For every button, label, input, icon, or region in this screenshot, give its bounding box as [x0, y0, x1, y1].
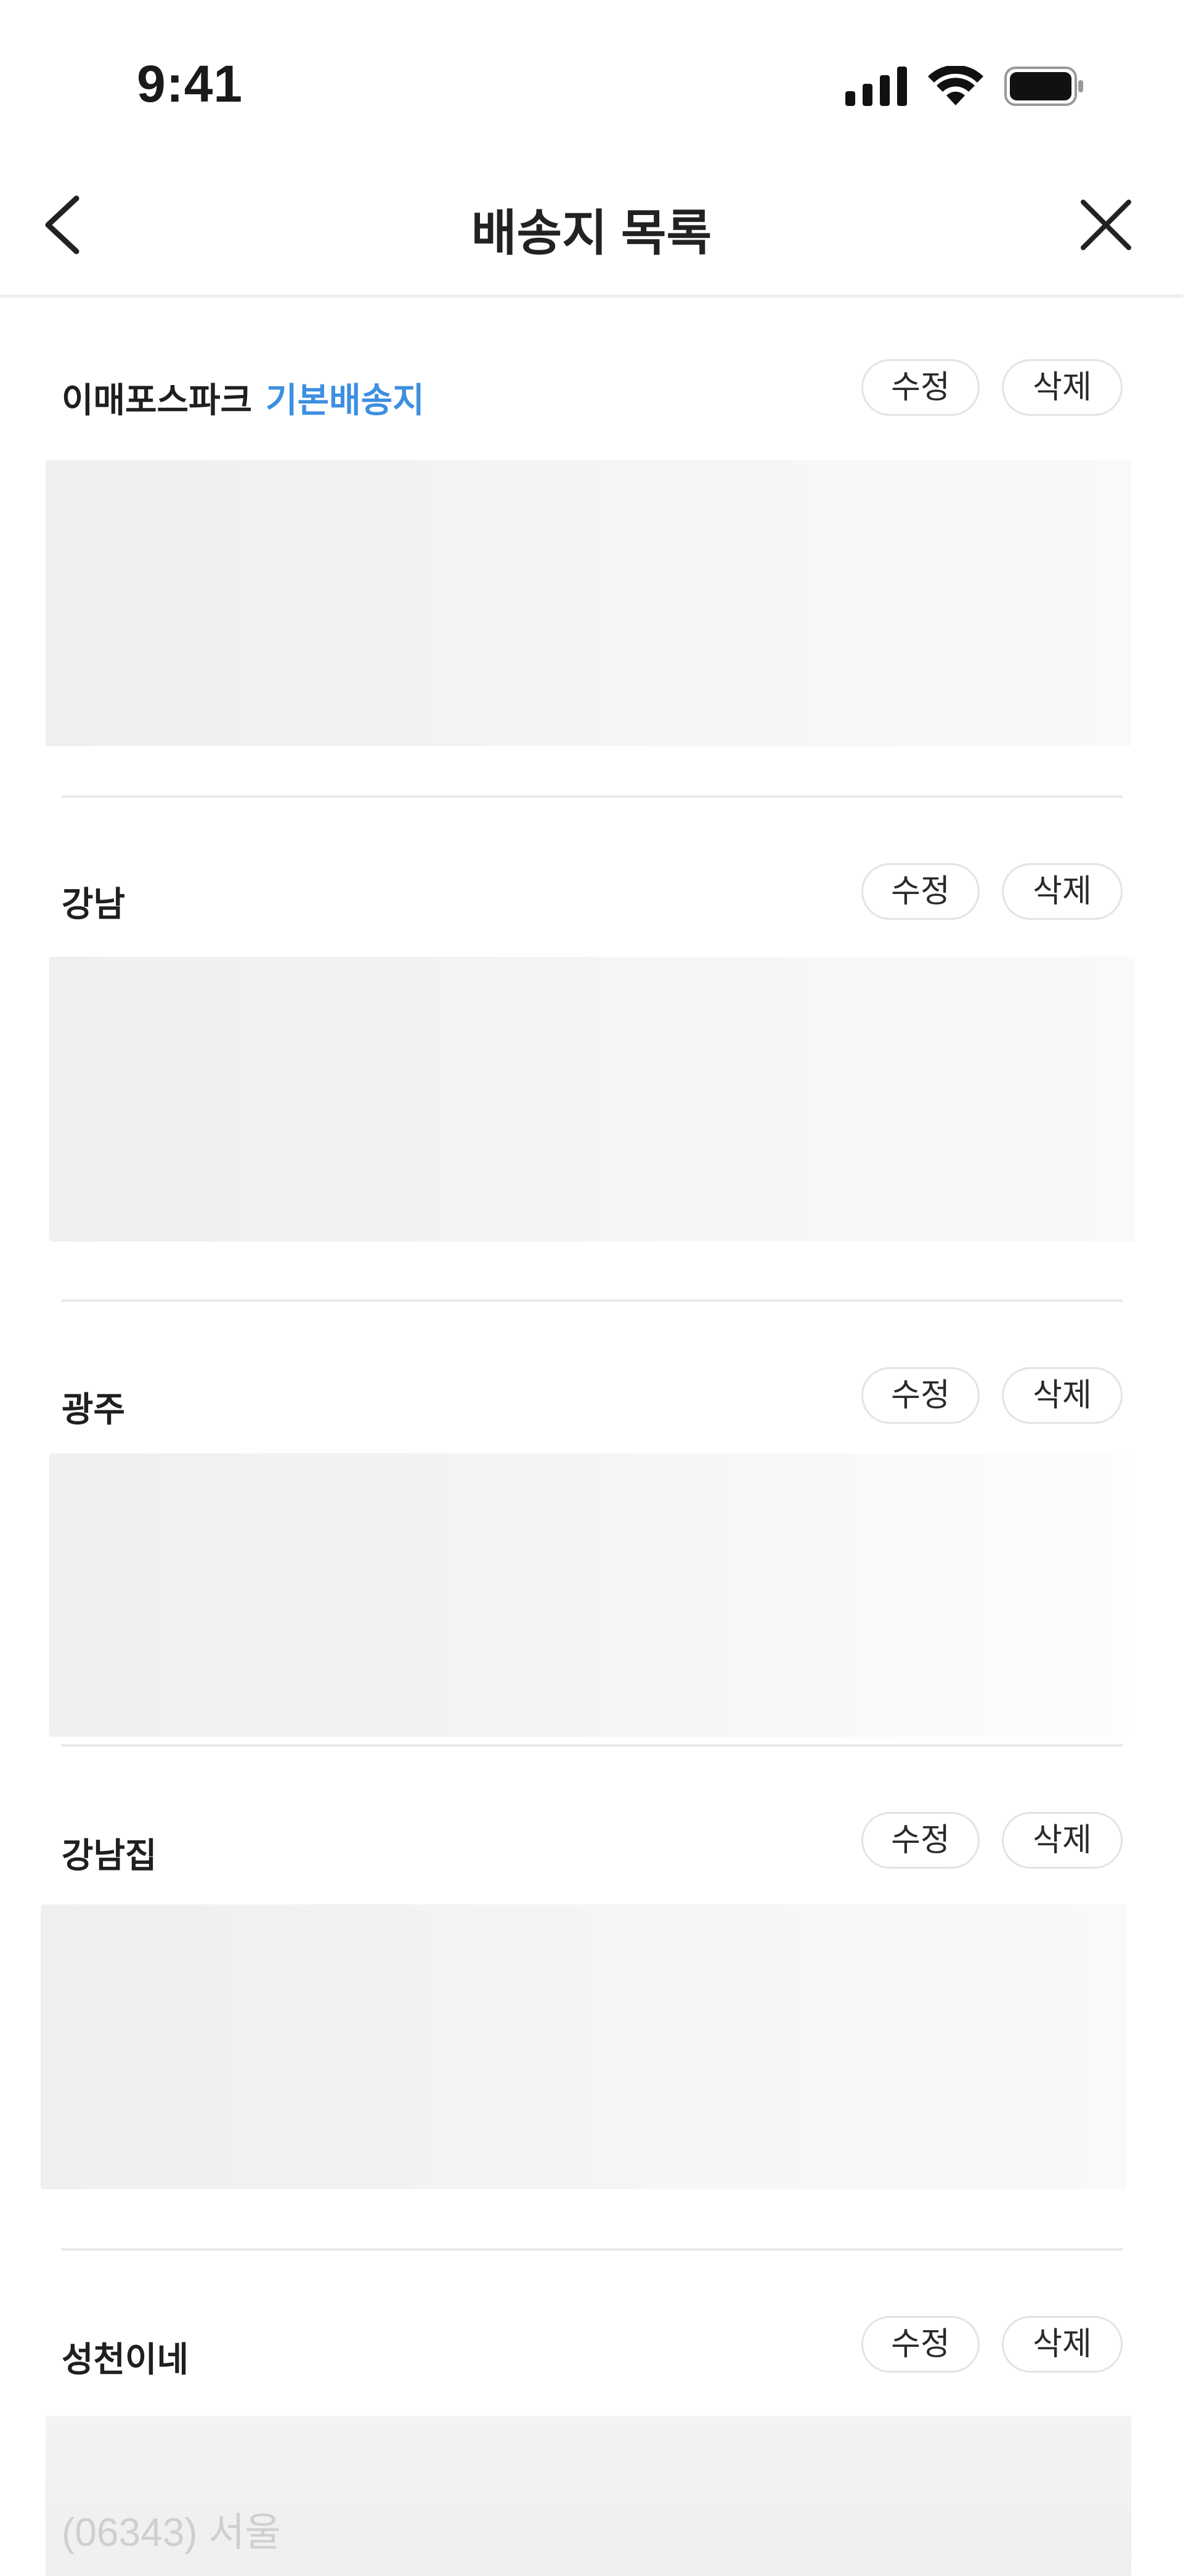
- address-details-redacted: [49, 1453, 1129, 1737]
- delete-button[interactable]: 삭제: [1002, 1812, 1123, 1869]
- status-icons: [845, 62, 1084, 111]
- address-name: 이매포스파크 기본배송지: [62, 381, 425, 420]
- wifi-icon: [928, 66, 983, 105]
- edit-button[interactable]: 수정: [861, 2316, 980, 2373]
- edit-button[interactable]: 수정: [861, 359, 980, 416]
- delete-button[interactable]: 삭제: [1002, 2316, 1123, 2373]
- cellular-signal-icon: [845, 67, 907, 106]
- address-name: 광주: [62, 1390, 126, 1429]
- close-button[interactable]: [1078, 197, 1134, 253]
- address-postal-text: (06343) 서울: [62, 2510, 282, 2554]
- divider: [62, 1299, 1123, 1302]
- address-name: 강남: [62, 885, 126, 924]
- address-name: 성천이네: [62, 2340, 189, 2379]
- divider: [62, 1744, 1123, 1747]
- page-title: 배송지 목록: [471, 206, 712, 261]
- close-icon: [1081, 200, 1131, 250]
- divider: [62, 795, 1123, 798]
- divider: [62, 2248, 1123, 2251]
- battery-icon: [1004, 67, 1083, 106]
- delete-button[interactable]: 삭제: [1002, 359, 1123, 416]
- delete-button[interactable]: 삭제: [1002, 1367, 1123, 1424]
- address-details-redacted: [46, 460, 1131, 746]
- edit-button[interactable]: 수정: [861, 1367, 980, 1424]
- address-details-redacted: [49, 957, 1135, 1241]
- address-details-redacted: [41, 1904, 1126, 2189]
- default-address-badge: 기본배송지: [266, 381, 425, 420]
- address-name: 강남집: [62, 1836, 157, 1875]
- delete-button[interactable]: 삭제: [1002, 863, 1123, 920]
- status-bar: 9:41: [0, 0, 1183, 154]
- navigation-bar: 배송지 목록: [0, 154, 1183, 298]
- edit-button[interactable]: 수정: [861, 863, 980, 920]
- status-time: 9:41: [137, 55, 243, 113]
- edit-button[interactable]: 수정: [861, 1812, 980, 1869]
